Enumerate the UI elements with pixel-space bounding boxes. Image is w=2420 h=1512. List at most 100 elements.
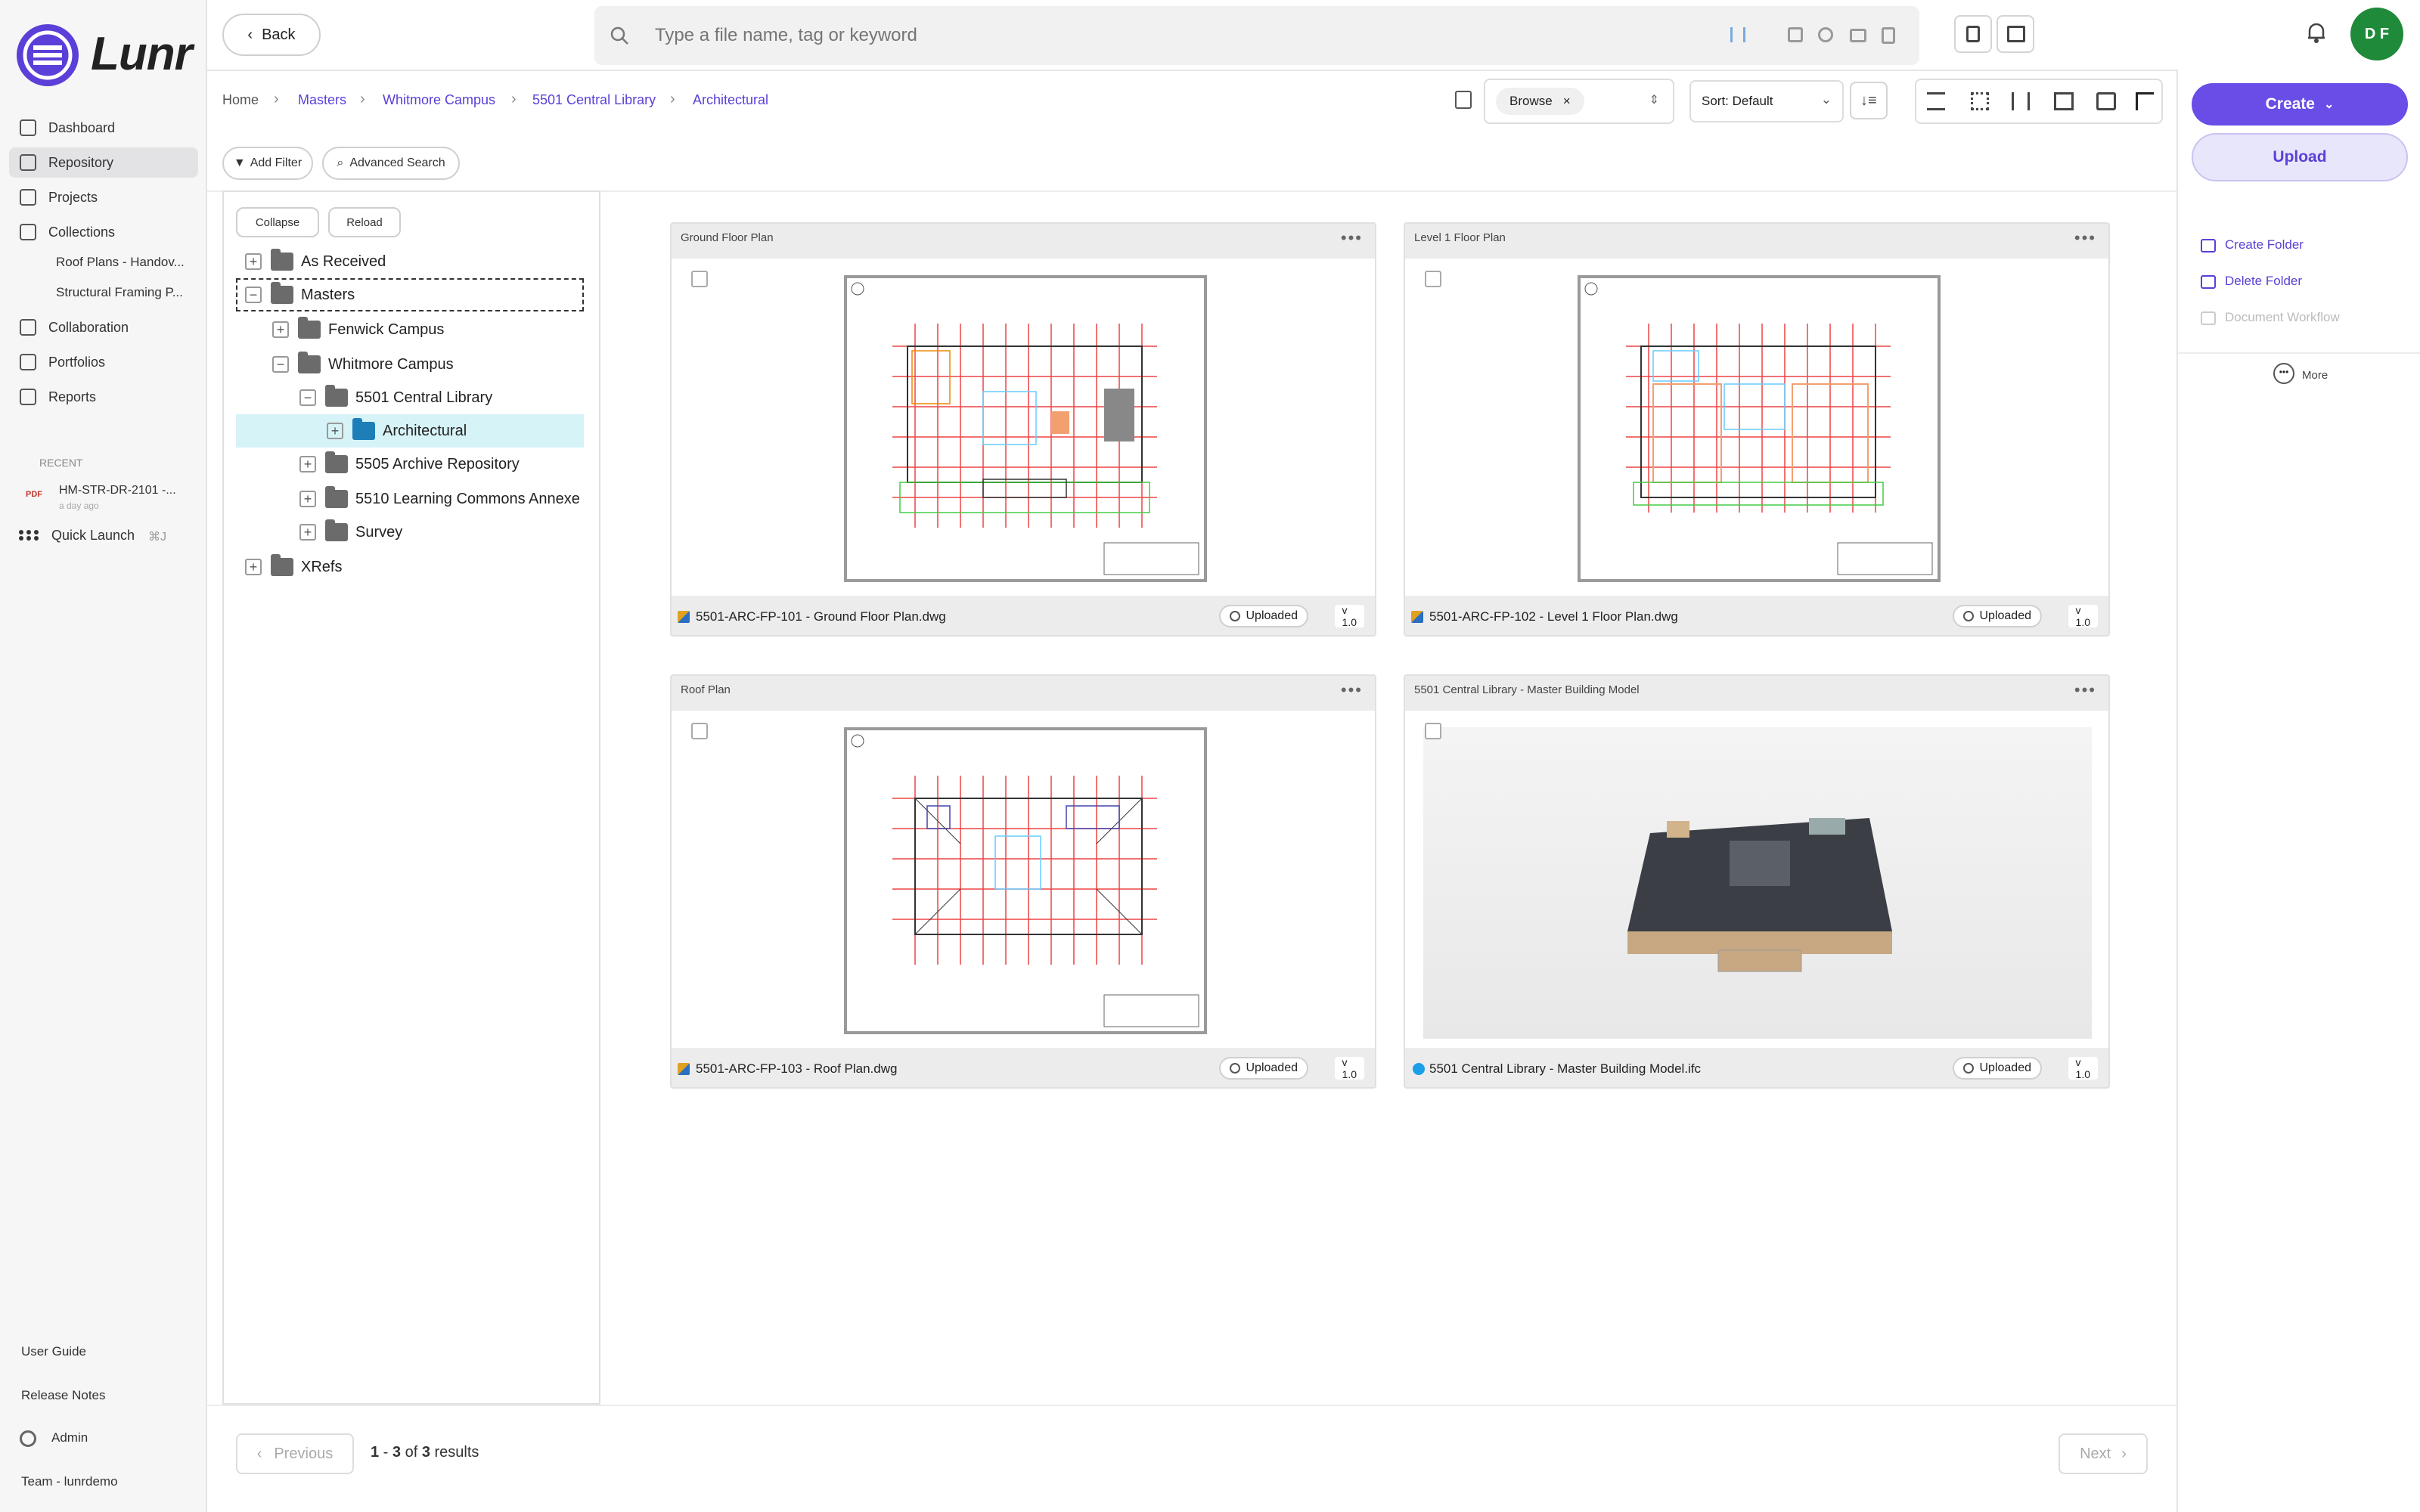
advanced-search-button[interactable]: ⌕ Advanced Search bbox=[322, 147, 460, 180]
document-icon[interactable] bbox=[1882, 27, 1895, 44]
sort-select[interactable]: Sort: Default ⌄ bbox=[1689, 80, 1844, 122]
file-card[interactable]: 5501 Central Library - Master Building M… bbox=[1404, 674, 2110, 1089]
tree-node-fenwick[interactable]: + Fenwick Campus bbox=[272, 313, 444, 346]
tree-node-annexe[interactable]: +5510 Learning Commons Annexe bbox=[299, 482, 580, 516]
release-notes-link[interactable]: Release Notes bbox=[21, 1388, 106, 1403]
delete-folder-link[interactable]: Delete Folder bbox=[2225, 274, 2302, 289]
tree-node-masters[interactable]: − Masters bbox=[236, 278, 584, 311]
sidebar-item-collaboration[interactable]: Collaboration bbox=[9, 312, 198, 342]
barcode-icon[interactable] bbox=[1730, 27, 1745, 42]
more-label[interactable]: More bbox=[2302, 369, 2328, 382]
file-search-button[interactable] bbox=[1954, 15, 1992, 53]
expand-icon[interactable]: + bbox=[299, 524, 316, 541]
file-card[interactable]: Level 1 Floor Plan ••• 5501-ARC-FP-102 -… bbox=[1404, 222, 2110, 637]
expand-icon[interactable]: + bbox=[299, 491, 316, 507]
ifc-model-icon bbox=[1413, 1063, 1425, 1075]
back-button[interactable]: ‹ Back bbox=[222, 14, 321, 56]
pin-icon[interactable] bbox=[1818, 27, 1833, 42]
card-preview[interactable] bbox=[672, 259, 1375, 596]
collapse-icon[interactable]: − bbox=[245, 287, 262, 303]
team-label[interactable]: Team - lunrdemo bbox=[21, 1474, 118, 1489]
more-icon[interactable]: ••• bbox=[2273, 363, 2294, 384]
card-preview[interactable] bbox=[1405, 711, 2108, 1048]
filter-icon: ▼ bbox=[233, 156, 246, 169]
collection-item[interactable]: Structural Framing P... bbox=[56, 285, 200, 300]
quick-launch[interactable]: Quick Launch bbox=[51, 528, 135, 544]
more-options-icon[interactable]: ••• bbox=[1341, 228, 1363, 248]
file-name[interactable]: 5501-ARC-FP-102 - Level 1 Floor Plan.dwg bbox=[1429, 609, 1678, 624]
file-name[interactable]: 5501-ARC-FP-103 - Roof Plan.dwg bbox=[696, 1061, 897, 1077]
tree-node-archive[interactable]: +5505 Archive Repository bbox=[299, 448, 520, 481]
tree-node-xrefs[interactable]: + XRefs bbox=[245, 550, 342, 584]
map-button[interactable] bbox=[1996, 15, 2034, 53]
column-view-icon[interactable] bbox=[2012, 92, 2030, 110]
collapse-button[interactable]: Collapse bbox=[236, 207, 319, 237]
sidebar-item-reports[interactable]: Reports bbox=[9, 382, 198, 412]
add-filter-button[interactable]: ▼ Add Filter bbox=[222, 147, 313, 180]
tree-node-label: Whitmore Campus bbox=[328, 355, 454, 373]
sidebar-item-repository[interactable]: Repository bbox=[9, 147, 198, 178]
more-options-icon[interactable]: ••• bbox=[2074, 228, 2096, 248]
create-folder-link[interactable]: Create Folder bbox=[2225, 237, 2304, 253]
tree-view-icon[interactable] bbox=[2136, 92, 2154, 110]
breadcrumb-home[interactable]: Home bbox=[222, 92, 259, 108]
collapse-icon[interactable]: − bbox=[299, 389, 316, 406]
expand-icon[interactable]: + bbox=[327, 423, 343, 439]
upload-button[interactable]: Upload bbox=[2192, 133, 2408, 181]
breadcrumb-architectural[interactable]: Architectural bbox=[693, 92, 768, 108]
avatar[interactable]: D F bbox=[2350, 8, 2403, 60]
tree-node-as-received[interactable]: + As Received bbox=[245, 245, 386, 278]
archive-icon[interactable] bbox=[1788, 27, 1803, 42]
model-viewer[interactable] bbox=[1423, 727, 2092, 1039]
tree-node-library[interactable]: − 5501 Central Library bbox=[299, 381, 492, 414]
close-icon[interactable]: × bbox=[1563, 94, 1571, 109]
expand-icon[interactable]: + bbox=[245, 253, 262, 270]
select-checkbox[interactable] bbox=[691, 723, 708, 739]
breadcrumb-library[interactable]: 5501 Central Library bbox=[532, 92, 656, 108]
expand-icon[interactable]: + bbox=[272, 321, 289, 338]
select-checkbox[interactable] bbox=[1425, 271, 1441, 287]
search-input[interactable] bbox=[655, 20, 1683, 51]
select-checkbox[interactable] bbox=[691, 271, 708, 287]
browse-select[interactable]: Browse × ⇕ bbox=[1484, 79, 1674, 124]
select-checkbox[interactable] bbox=[1425, 723, 1441, 739]
file-card[interactable]: Roof Plan ••• 5501-ARC-FP-103 - Roof Pla… bbox=[670, 674, 1376, 1089]
bell-icon[interactable] bbox=[2307, 21, 2326, 44]
breadcrumb-whitmore[interactable]: Whitmore Campus bbox=[383, 92, 495, 108]
search-bar[interactable] bbox=[594, 6, 1919, 65]
table-view-icon[interactable] bbox=[2054, 92, 2074, 110]
sort-direction-button[interactable]: ↓≡ bbox=[1850, 82, 1888, 119]
sidebar-item-collections[interactable]: Collections bbox=[9, 217, 198, 247]
breadcrumb-masters[interactable]: Masters bbox=[298, 92, 346, 108]
list-view-icon[interactable] bbox=[1927, 92, 1945, 110]
create-button[interactable]: Create ⌄ bbox=[2192, 83, 2408, 125]
folder-icon[interactable] bbox=[1850, 29, 1866, 42]
grid-view-icon[interactable] bbox=[1971, 92, 1989, 110]
sidebar-item-portfolios[interactable]: Portfolios bbox=[9, 347, 198, 377]
admin-link[interactable]: Admin bbox=[51, 1430, 88, 1445]
previous-button[interactable]: ‹ Previous bbox=[236, 1433, 354, 1474]
user-guide-link[interactable]: User Guide bbox=[21, 1344, 86, 1359]
folder-icon bbox=[298, 352, 321, 373]
file-card[interactable]: Ground Floor Plan ••• 5501-ARC-FP-101 - … bbox=[670, 222, 1376, 637]
more-options-icon[interactable]: ••• bbox=[1341, 680, 1363, 700]
more-options-icon[interactable]: ••• bbox=[2074, 680, 2096, 700]
card-preview[interactable] bbox=[1405, 259, 2108, 596]
tree-node-survey[interactable]: + Survey bbox=[299, 516, 402, 549]
collection-item[interactable]: Roof Plans - Handov... bbox=[56, 255, 200, 270]
expand-icon[interactable]: + bbox=[299, 456, 316, 472]
card-preview[interactable] bbox=[672, 711, 1375, 1048]
sidebar-item-projects[interactable]: Projects bbox=[9, 182, 198, 212]
reload-button[interactable]: Reload bbox=[328, 207, 401, 237]
tree-toggle-icon[interactable] bbox=[1455, 91, 1472, 109]
tree-node-architectural[interactable]: + Architectural bbox=[327, 414, 467, 448]
recent-file[interactable]: HM-STR-DR-2101 -... bbox=[59, 484, 176, 497]
tree-node-whitmore[interactable]: − Whitmore Campus bbox=[272, 348, 454, 381]
expand-icon[interactable]: + bbox=[245, 559, 262, 575]
file-name[interactable]: 5501 Central Library - Master Building M… bbox=[1429, 1061, 1701, 1077]
preview-view-icon[interactable] bbox=[2096, 92, 2116, 110]
file-name[interactable]: 5501-ARC-FP-101 - Ground Floor Plan.dwg bbox=[696, 609, 946, 624]
next-button[interactable]: Next › bbox=[2059, 1433, 2148, 1474]
sidebar-item-dashboard[interactable]: Dashboard bbox=[9, 113, 198, 143]
collapse-icon[interactable]: − bbox=[272, 356, 289, 373]
